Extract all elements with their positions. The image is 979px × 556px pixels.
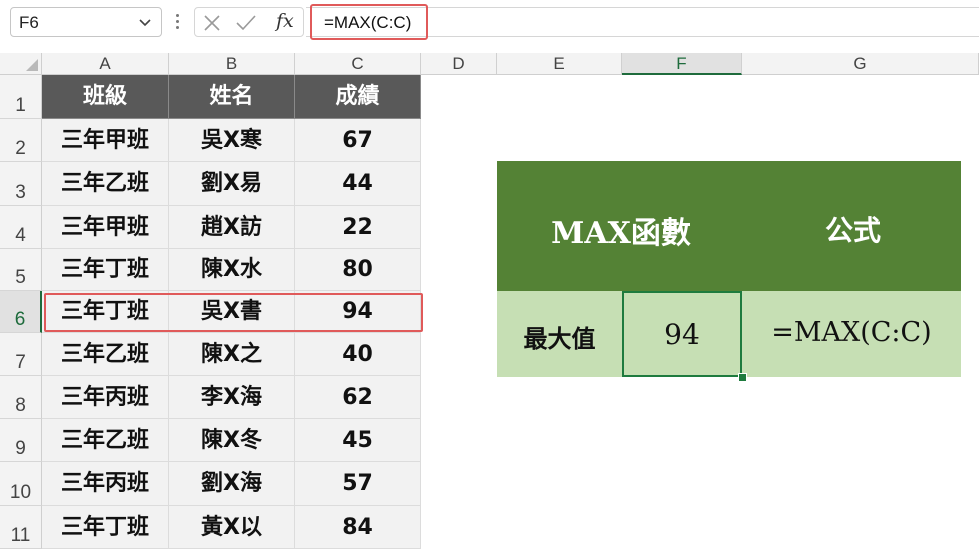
max-value-cell[interactable]: 94 xyxy=(622,291,742,377)
cell-name[interactable]: 黃X以 xyxy=(169,506,295,549)
formula-value-cell[interactable]: =MAX(C:C) xyxy=(742,291,961,377)
cell-class[interactable]: 三年甲班 xyxy=(42,119,169,162)
name-box[interactable]: F6 xyxy=(10,7,162,37)
row-number: 3 xyxy=(15,182,26,203)
column-header-g[interactable]: G xyxy=(742,53,979,75)
row-highlight-box xyxy=(44,293,423,332)
row-number: 11 xyxy=(10,525,31,546)
row-header-5[interactable]: 5 xyxy=(0,249,42,291)
column-header-e[interactable]: E xyxy=(497,53,622,75)
header-cell-class[interactable]: 班級 xyxy=(42,75,169,119)
cell-score[interactable]: 57 xyxy=(295,462,421,506)
column-header-f[interactable]: F xyxy=(622,53,742,75)
cell-score[interactable]: 45 xyxy=(295,419,421,462)
formula-text: =MAX(C:C) xyxy=(324,13,412,32)
column-header-c[interactable]: C xyxy=(295,53,421,75)
cell-class[interactable]: 三年乙班 xyxy=(42,333,169,376)
row-number: 1 xyxy=(15,95,26,116)
enter-check-icon[interactable] xyxy=(235,14,257,32)
row-header-6[interactable]: 6 xyxy=(0,291,42,333)
cell-class[interactable]: 三年乙班 xyxy=(42,419,169,462)
max-value-text: 94 xyxy=(664,318,700,351)
header-cell-name[interactable]: 姓名 xyxy=(169,75,295,119)
cell-name[interactable]: 劉X海 xyxy=(169,462,295,506)
row-number: 5 xyxy=(15,267,26,288)
cell-class[interactable]: 三年丙班 xyxy=(42,462,169,506)
row-number: 10 xyxy=(9,482,32,503)
insert-function-icon[interactable]: fx xyxy=(276,10,294,32)
cell-class[interactable]: 三年甲班 xyxy=(42,206,169,249)
cell-score[interactable]: 44 xyxy=(295,162,421,206)
row-number: 7 xyxy=(15,352,26,373)
cell-name[interactable]: 陳X水 xyxy=(169,249,295,291)
max-label-cell[interactable]: 最大值 xyxy=(497,291,622,377)
column-header-b[interactable]: B xyxy=(169,53,295,75)
cell-score[interactable]: 22 xyxy=(295,206,421,249)
cell-class[interactable]: 三年丁班 xyxy=(42,506,169,549)
formula-buttons: fx xyxy=(194,7,304,37)
cell-score[interactable]: 84 xyxy=(295,506,421,549)
cell-score[interactable]: 80 xyxy=(295,249,421,291)
cell-name[interactable]: 劉X易 xyxy=(169,162,295,206)
cell-score[interactable]: 40 xyxy=(295,333,421,376)
row-header-1[interactable]: 1 xyxy=(0,75,42,119)
max-label-text: 最大值 xyxy=(523,325,596,353)
max-func-header[interactable]: MAX函數 xyxy=(497,161,745,291)
column-header-d[interactable]: D xyxy=(421,53,497,75)
row-number: 6 xyxy=(14,309,26,330)
row-header-3[interactable]: 3 xyxy=(0,162,42,206)
row-header-7[interactable]: 7 xyxy=(0,333,42,376)
formula-bar: F6 fx =MAX(C:C) xyxy=(0,0,979,44)
cell-name[interactable]: 李X海 xyxy=(169,376,295,419)
cell-name[interactable]: 趙X訪 xyxy=(169,206,295,249)
max-func-header-text: MAX函數 xyxy=(551,216,691,251)
fill-handle[interactable] xyxy=(738,373,747,382)
formula-header[interactable]: 公式 xyxy=(745,161,961,291)
cell-name[interactable]: 陳X之 xyxy=(169,333,295,376)
name-box-value: F6 xyxy=(19,13,39,32)
row-number: 9 xyxy=(15,438,26,459)
cell-name[interactable]: 陳X冬 xyxy=(169,419,295,462)
row-header-11[interactable]: 11 xyxy=(0,506,42,549)
cancel-icon[interactable] xyxy=(203,14,221,32)
column-header-a[interactable]: A xyxy=(42,53,169,75)
more-options-icon[interactable] xyxy=(174,12,180,32)
formula-header-text: 公式 xyxy=(824,214,881,247)
header-cell-score[interactable]: 成績 xyxy=(295,75,421,119)
row-number: 2 xyxy=(15,138,26,159)
select-all-button[interactable] xyxy=(0,53,42,75)
cell-class[interactable]: 三年丁班 xyxy=(42,249,169,291)
row-number: 4 xyxy=(15,225,26,246)
row-header-10[interactable]: 10 xyxy=(0,462,42,506)
cell-score[interactable]: 62 xyxy=(295,376,421,419)
row-header-4[interactable]: 4 xyxy=(0,206,42,249)
row-number: 8 xyxy=(15,395,26,416)
row-header-9[interactable]: 9 xyxy=(0,419,42,462)
chevron-down-icon[interactable] xyxy=(137,14,153,30)
row-header-8[interactable]: 8 xyxy=(0,376,42,419)
cell-class[interactable]: 三年丙班 xyxy=(42,376,169,419)
cell-name[interactable]: 吳X寒 xyxy=(169,119,295,162)
formula-value-text: =MAX(C:C) xyxy=(771,317,932,348)
row-header-2[interactable]: 2 xyxy=(0,119,42,162)
cell-class[interactable]: 三年乙班 xyxy=(42,162,169,206)
formula-text-highlight: =MAX(C:C) xyxy=(310,4,428,40)
cell-score[interactable]: 67 xyxy=(295,119,421,162)
